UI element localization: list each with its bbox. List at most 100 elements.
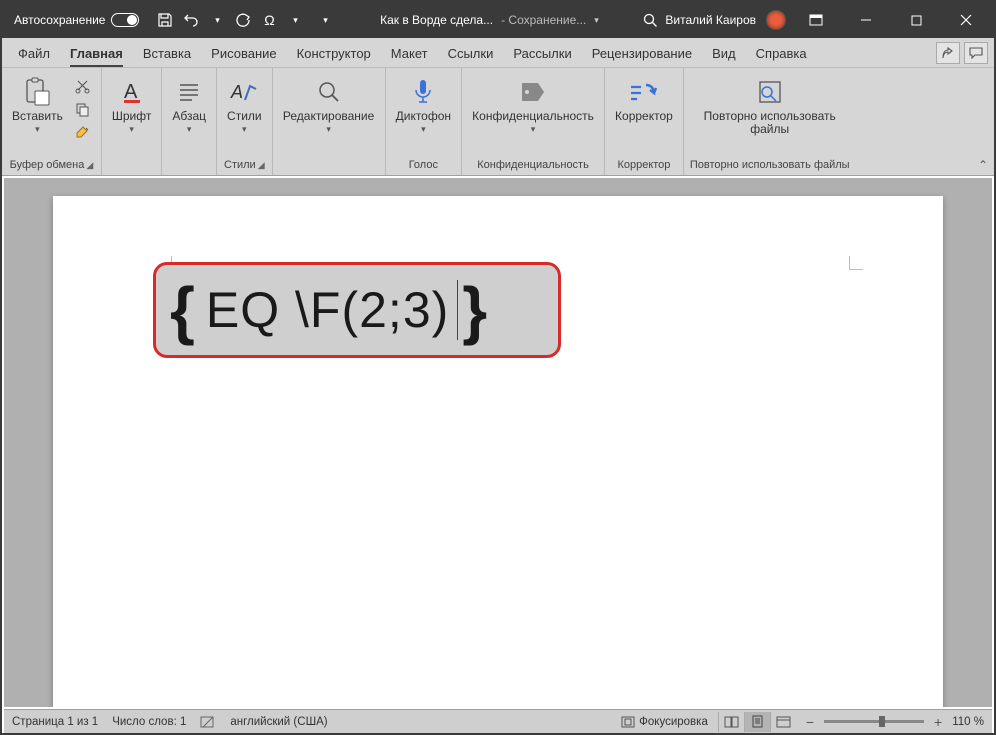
tab-mailings[interactable]: Рассылки [503,40,581,67]
chevron-down-icon: ▾ [531,125,536,134]
brace-close-icon: } [462,273,488,347]
styles-icon: A [228,76,260,108]
reuse-files-icon [754,76,786,108]
web-layout-button[interactable] [770,712,796,732]
comments-button[interactable] [964,42,988,64]
corrector-button[interactable]: Корректор [611,74,677,125]
chevron-down-icon: ▾ [242,125,247,134]
paragraph-button[interactable]: Абзац ▾ [168,74,210,136]
proofing-icon[interactable] [200,715,216,729]
paragraph-icon [173,76,205,108]
symbol-dropdown-icon[interactable]: ▾ [287,12,303,28]
word-count[interactable]: Число слов: 1 [112,716,186,728]
field-code-highlight[interactable]: { EQ \F(2;3) } [153,262,561,358]
confidential-button[interactable]: Конфиденциальность ▾ [468,74,598,136]
tab-draw[interactable]: Рисование [201,40,286,67]
zoom-level[interactable]: 110 % [952,716,984,728]
page[interactable]: { EQ \F(2;3) } [53,196,943,707]
svg-text:A: A [124,81,138,103]
tab-layout[interactable]: Макет [381,40,438,67]
dictate-button[interactable]: Диктофон ▾ [392,74,455,136]
font-icon: A [116,76,148,108]
tab-home[interactable]: Главная [60,40,133,67]
view-buttons [718,712,796,732]
zoom-out-button[interactable]: − [806,714,814,730]
chevron-down-icon: ▾ [35,125,40,134]
title-bar: Автосохранение ▾ Ω ▾ ▾ Как в Ворде сдела… [2,2,994,38]
cut-icon[interactable] [73,76,93,96]
chevron-down-icon: ▾ [326,125,331,134]
undo-icon[interactable] [183,12,199,28]
user-avatar-icon[interactable] [766,10,786,30]
collapse-ribbon-icon[interactable]: ⌃ [978,158,988,172]
save-icon[interactable] [157,12,173,28]
microphone-icon [407,76,439,108]
search-icon [313,76,345,108]
group-label-voice: Голос [392,157,455,173]
text-cursor-icon [457,280,458,340]
copy-icon[interactable] [73,99,93,119]
user-name[interactable]: Виталий Каиров [665,13,756,27]
redo-icon[interactable] [235,12,251,28]
symbol-icon[interactable]: Ω [261,12,277,28]
group-clipboard: Вставить ▾ Буфер обмена ◢ [2,68,102,175]
tab-help[interactable]: Справка [746,40,817,67]
group-label-clipboard: Буфер обмена [10,159,85,171]
save-status: - Сохранение... [501,13,586,27]
chevron-down-icon: ▾ [187,125,192,134]
tab-view[interactable]: Вид [702,40,746,67]
title-dropdown-icon[interactable]: ▾ [594,16,599,25]
chevron-down-icon: ▾ [421,125,426,134]
tab-file[interactable]: Файл [8,40,60,67]
launcher-icon[interactable]: ◢ [86,160,93,171]
toggle-switch-icon [111,13,139,27]
group-corrector: Корректор Корректор [605,68,684,175]
tab-references[interactable]: Ссылки [438,40,504,67]
focus-mode-button[interactable]: Фокусировка [621,716,708,728]
margin-marker-icon [849,256,863,270]
group-voice: Диктофон ▾ Голос [386,68,462,175]
chevron-down-icon: ▾ [129,125,134,134]
brace-open-icon: { [170,273,196,347]
title-center: Как в Ворде сдела... - Сохранение... ▾ [343,13,635,27]
autosave-toggle[interactable]: Автосохранение [6,13,147,27]
group-label-reuse: Повторно использовать файлы [690,157,850,173]
launcher-icon[interactable]: ◢ [258,160,265,171]
tab-insert[interactable]: Вставка [133,40,201,67]
format-painter-icon[interactable] [73,122,93,142]
reuse-files-button[interactable]: Повторно использовать файлы [696,74,844,138]
group-reuse: Повторно использовать файлы Повторно исп… [684,68,856,175]
paste-button[interactable]: Вставить ▾ [8,74,67,136]
group-label-corrector: Корректор [611,157,677,173]
search-icon[interactable] [642,12,658,28]
zoom-in-button[interactable]: + [934,714,942,730]
document-area[interactable]: { EQ \F(2;3) } [4,178,992,707]
tab-design[interactable]: Конструктор [287,40,381,67]
undo-dropdown-icon[interactable]: ▾ [209,12,225,28]
document-title: Как в Ворде сдела... [380,13,493,27]
tag-icon [517,76,549,108]
autosave-label: Автосохранение [14,13,105,27]
styles-button[interactable]: A Стили ▾ [223,74,266,136]
tab-review[interactable]: Рецензирование [582,40,702,67]
page-indicator[interactable]: Страница 1 из 1 [12,716,98,728]
maximize-button[interactable] [896,4,936,36]
zoom-slider[interactable] [824,720,924,723]
ribbon: Вставить ▾ Буфер обмена ◢ A [2,68,994,176]
clipboard-icon [21,76,53,108]
close-button[interactable] [946,4,986,36]
ribbon-tabs: Файл Главная Вставка Рисование Конструкт… [2,38,994,68]
read-mode-button[interactable] [718,712,744,732]
minimize-button[interactable] [846,4,886,36]
print-layout-button[interactable] [744,712,770,732]
group-font: A Шрифт ▾ [102,68,162,175]
editing-button[interactable]: Редактирование ▾ [279,74,379,136]
corrector-icon [628,76,660,108]
font-button[interactable]: A Шрифт ▾ [108,74,155,136]
language-indicator[interactable]: английский (США) [230,716,327,728]
share-button[interactable] [936,42,960,64]
group-label-confidential: Конфиденциальность [468,157,598,173]
ribbon-display-button[interactable] [796,4,836,36]
group-editing: Редактирование ▾ [273,68,386,175]
qat-customize-icon[interactable]: ▾ [317,12,333,28]
